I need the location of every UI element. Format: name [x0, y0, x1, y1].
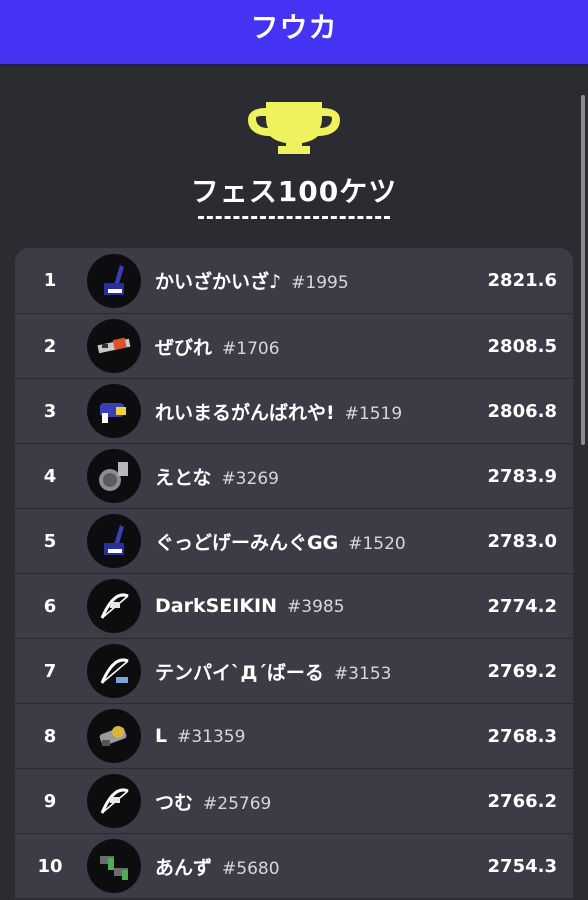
player-tag: #3269: [221, 468, 279, 489]
player-name: かいざかいざ♪: [155, 271, 282, 293]
splat-charger-weapon-icon: [87, 253, 141, 308]
rank-number: 1: [43, 270, 57, 291]
stringer-weapon-icon: [87, 774, 141, 828]
leaderboard-row[interactable]: 2 ぜびれ #1706 2808.5: [15, 313, 573, 378]
rank-number: 2: [43, 335, 57, 357]
player-score: 2821.6: [487, 270, 557, 291]
player-score: 2783.9: [487, 465, 557, 487]
player-name: あんず: [155, 856, 213, 879]
leaderboard-row[interactable]: 4 えとな #3269 2783.9: [15, 443, 573, 508]
leaderboard-row[interactable]: 7 テンパイ`Д´ばーる #3153 2769.2: [15, 638, 573, 703]
ranking-header: フェス100ケツ: [0, 66, 588, 219]
rank-number: 10: [37, 855, 63, 877]
player-score: 2754.3: [487, 855, 557, 877]
player-tag: #3985: [287, 597, 345, 617]
player-tag: #25769: [203, 793, 272, 814]
stringer-weapon-icon: [87, 579, 141, 633]
player-score: 2783.0: [487, 530, 557, 552]
player-tag: #3153: [333, 663, 392, 684]
trophy-icon: [248, 102, 340, 154]
player-score: 2769.2: [487, 660, 557, 682]
player-name: ぜびれ: [155, 336, 213, 359]
rank-number: 9: [43, 790, 57, 812]
player-name: えとな: [155, 466, 212, 489]
player-score: 2774.2: [487, 595, 557, 617]
player-tag: #1995: [291, 273, 349, 293]
dualies-weapon-icon: [87, 839, 141, 893]
leaderboard-row[interactable]: 8 L #31359 2768.3: [15, 703, 573, 768]
leaderboard-row[interactable]: 1 かいざかいざ♪ #1995 2821.6: [15, 248, 573, 313]
app-header: フウカ: [0, 0, 588, 66]
player-tag: #5680: [222, 858, 280, 879]
leaderboard-row[interactable]: 3 れいまるがんばれや! #1519 2806.8: [15, 378, 573, 443]
player-tag: #1706: [222, 338, 280, 359]
player-name: れいまるがんばれや!: [155, 401, 335, 424]
section-title: フェス100ケツ: [190, 175, 398, 208]
rank-number: 5: [43, 530, 57, 552]
splat-charger-weapon-icon: [87, 514, 141, 568]
leaderboard-row[interactable]: 10 あんず #5680 2754.3: [15, 833, 573, 898]
player-score: 2768.3: [487, 725, 557, 747]
rank-number: 8: [43, 725, 57, 747]
player-score: 2766.2: [487, 790, 557, 812]
leaderboard: 1 かいざかいざ♪ #1995 2821.6 2 ぜびれ #1706 2808.…: [15, 248, 573, 898]
app-title: フウカ: [250, 11, 338, 44]
player-name: DarkSEIKIN: [155, 595, 278, 617]
blaster-weapon-icon: [87, 384, 141, 438]
liter-weapon-icon: [87, 319, 141, 373]
bucket-weapon-icon: [87, 449, 141, 503]
player-score: 2808.5: [487, 335, 557, 357]
stringer-weapon-icon: [87, 644, 141, 698]
rank-number: 3: [43, 400, 57, 422]
title-underline: [198, 216, 390, 219]
player-name: テンパイ`Д´ばーる: [155, 661, 324, 684]
player-name: L: [155, 725, 168, 747]
rank-number: 7: [43, 660, 57, 682]
player-name: つむ: [155, 791, 194, 814]
player-tag: #1519: [344, 403, 403, 424]
player-tag: #31359: [177, 727, 246, 747]
player-score: 2806.8: [487, 400, 557, 422]
leaderboard-row[interactable]: 6 DarkSEIKIN #3985 2774.2: [15, 573, 573, 638]
rank-number: 4: [43, 465, 57, 487]
player-name: ぐっどげーみんぐGG: [155, 531, 339, 554]
leaderboard-row[interactable]: 9 つむ #25769 2766.2: [15, 768, 573, 833]
player-tag: #1520: [348, 533, 406, 554]
rank-number: 6: [43, 595, 57, 617]
scrollbar[interactable]: [581, 95, 585, 445]
splatling-weapon-icon: [87, 709, 141, 763]
leaderboard-row[interactable]: 5 ぐっどげーみんぐGG #1520 2783.0: [15, 508, 573, 573]
